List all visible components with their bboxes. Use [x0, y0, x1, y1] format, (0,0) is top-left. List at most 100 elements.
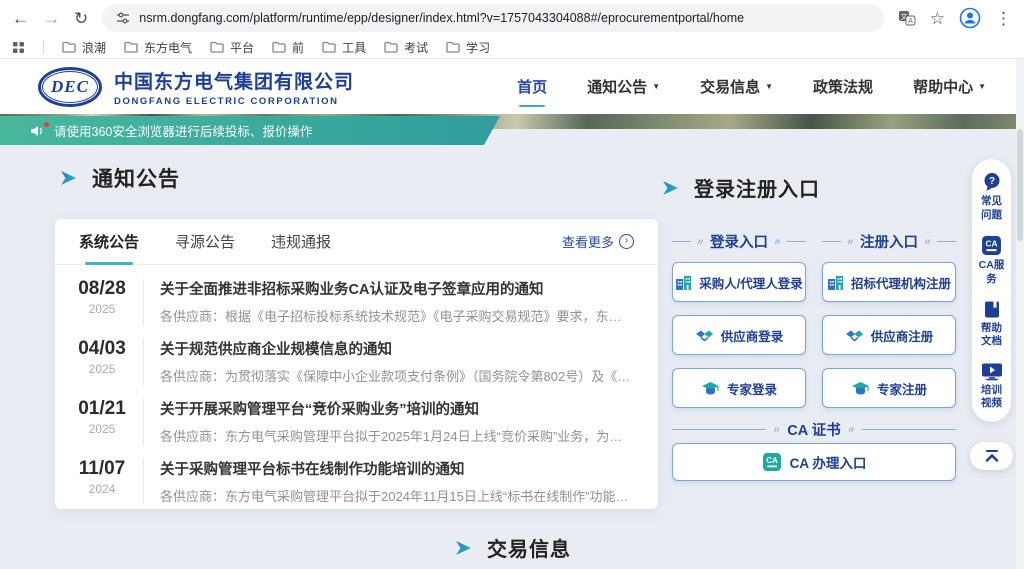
shortcut-label: 培训视频 — [977, 384, 1007, 411]
divider — [143, 459, 144, 505]
chevron-down-icon: ▼ — [765, 82, 773, 91]
svg-text:CA: CA — [985, 239, 997, 249]
section-title: 通知公告 — [92, 163, 180, 193]
faq-shortcut[interactable]: ? 常见问题 — [977, 172, 1007, 222]
bookmark-label: 浪潮 — [82, 39, 106, 56]
handshake-icon — [845, 329, 864, 342]
button-label: 专家注册 — [877, 379, 927, 398]
login-subheader: 〃登录入口〃 — [672, 231, 806, 252]
training-videos-shortcut[interactable]: 培训视频 — [977, 362, 1007, 411]
bidding-agency-register-button[interactable]: 招标代理机构注册 — [822, 262, 956, 302]
bookmark-label: 考试 — [404, 39, 428, 56]
divider — [143, 399, 144, 445]
nav-trade-info[interactable]: 交易信息 ▼ — [700, 76, 773, 97]
notice-date: 01/212025 — [73, 398, 131, 436]
tab-sourcing-notices[interactable]: 寻源公告 — [175, 231, 235, 252]
supplier-register-button[interactable]: 供应商注册 — [822, 315, 956, 355]
nav-notices[interactable]: 通知公告▼ — [587, 76, 660, 97]
ca-apply-entry-button[interactable]: CA CA 办理入口 — [672, 443, 956, 481]
ca-icon: CA — [981, 235, 1002, 256]
ca-service-shortcut[interactable]: CA CA服务 — [977, 235, 1007, 286]
forward-icon[interactable]: → — [43, 10, 60, 27]
notice-title: 关于全面推进非招标采购业务CA认证及电子签章应用的通知 — [160, 278, 634, 299]
tab-system-notices[interactable]: 系统公告 — [79, 231, 139, 252]
svg-text:?: ? — [988, 176, 994, 187]
document-icon — [982, 300, 1002, 319]
scrollbar-thumb[interactable] — [1017, 129, 1023, 241]
notice-list-item[interactable]: 04/032025 关于规范供应商企业规模信息的通知各供应商：为贯彻落实《保障中… — [55, 325, 658, 385]
nav-label: 通知公告 — [587, 76, 647, 97]
notice-list-item[interactable]: 11/072024 关于采购管理平台标书在线制作功能培训的通知各供应商：东方电气… — [55, 445, 658, 505]
entry-subheaders: 〃登录入口〃 〃注册入口〃 — [672, 231, 956, 252]
view-more-link[interactable]: 查看更多› — [562, 232, 634, 251]
notices-tabbar: 系统公告 寻源公告 违规通报 查看更多› — [55, 219, 658, 265]
bookmarks-bar: 浪潮 东方电气 平台 前 工具 考试 学习 — [0, 36, 1024, 59]
notice-date-md: 04/03 — [73, 338, 131, 360]
divider — [143, 279, 144, 325]
notice-title: 关于开展采购管理平台“竞价采购业务”培训的通知 — [160, 398, 634, 419]
supplier-login-button[interactable]: 供应商登录 — [672, 315, 806, 355]
folder-icon — [62, 41, 76, 53]
translate-icon[interactable]: 文A — [898, 10, 916, 26]
notice-list-item[interactable]: 08/28 2025 关于全面推进非招标采购业务CA认证及电子签章应用的通知各供应… — [55, 265, 658, 325]
bookmark-folder[interactable]: 考试 — [384, 39, 428, 56]
bookmark-folder[interactable]: 平台 — [210, 39, 254, 56]
url-text: nsrm.dongfang.com/platform/runtime/epp/d… — [139, 11, 744, 25]
reload-icon[interactable]: ↻ — [74, 10, 88, 27]
bookmark-label: 学习 — [466, 39, 490, 56]
url-bar[interactable]: nsrm.dongfang.com/platform/runtime/epp/d… — [102, 4, 884, 32]
bookmark-folder[interactable]: 学习 — [446, 39, 490, 56]
chevron-down-icon: ▼ — [978, 82, 986, 91]
section-arrow-icon — [455, 540, 473, 556]
button-label: 招标代理机构注册 — [851, 273, 951, 292]
building-icon — [827, 275, 844, 290]
page-scrollbar — [1016, 59, 1024, 569]
register-subheader-label: 注册入口 — [860, 231, 918, 252]
back-to-top-button[interactable] — [970, 442, 1013, 470]
folder-icon — [384, 41, 398, 53]
notices-section-header: 通知公告 — [60, 163, 180, 193]
bookmark-folder[interactable]: 工具 — [322, 39, 366, 56]
company-name-en: DONGFANG ELECTRIC CORPORATION — [114, 96, 354, 107]
notice-date-md: 08/28 — [73, 278, 131, 300]
chevron-up-bar-icon — [984, 450, 1000, 462]
apps-grid-icon[interactable] — [12, 41, 25, 54]
button-label: 专家登录 — [727, 379, 777, 398]
bookmark-folder[interactable]: 前 — [272, 39, 304, 56]
notice-date-year: 2025 — [73, 302, 131, 316]
notice-summary: 各供应商：根据《电子招标投标系统技术规范》《电子采购交易规范》要求，东方电气采购… — [160, 306, 634, 325]
ca-badge-icon: CA — [762, 452, 782, 472]
folder-icon — [124, 41, 138, 53]
chrome-menu-icon[interactable]: ⋮ — [995, 10, 1012, 27]
site-header: DEC 中国东方电气集团有限公司 DONGFANG ELECTRIC CORPO… — [0, 59, 1024, 114]
notice-date-year: 2025 — [73, 422, 131, 436]
browser-toolbar: ← → ↻ nsrm.dongfang.com/platform/runtime… — [0, 0, 1024, 36]
nav-help-center[interactable]: 帮助中心 ▼ — [913, 76, 986, 97]
shortcut-label: CA服务 — [977, 259, 1007, 286]
bookmark-star-icon[interactable]: ☆ — [930, 10, 945, 27]
notice-list-item[interactable]: 01/212025 关于开展采购管理平台“竞价采购业务”培训的通知各供应商：东方… — [55, 385, 658, 445]
notice-date-year: 2025 — [73, 362, 131, 376]
page-body: DEC 中国东方电气集团有限公司 DONGFANG ELECTRIC CORPO… — [0, 59, 1024, 569]
nav-label: 交易信息 — [700, 76, 760, 97]
nav-home[interactable]: 首页 — [517, 76, 547, 97]
help-docs-shortcut[interactable]: 帮助文档 — [977, 300, 1007, 349]
expert-login-button[interactable]: 专家登录 — [672, 368, 806, 408]
nav-label: 帮助中心 — [913, 76, 973, 97]
section-arrow-icon — [60, 170, 78, 186]
trade-section-header: 交易信息 — [455, 533, 571, 562]
purchaser-agent-login-button[interactable]: 采购人/代理人登录 — [672, 262, 806, 302]
tab-violation-reports[interactable]: 违规通报 — [271, 231, 331, 252]
divider — [43, 40, 44, 54]
section-title: 登录注册入口 — [694, 173, 820, 202]
notice-date: 04/03 2025 — [73, 338, 131, 376]
bookmark-folder[interactable]: 东方电气 — [124, 39, 192, 56]
section-title: 交易信息 — [487, 533, 571, 562]
nav-policies[interactable]: 政策法规 — [813, 76, 873, 97]
back-icon[interactable]: ← — [12, 10, 29, 27]
button-label: 供应商注册 — [871, 326, 934, 345]
ticker-text: 请使用360安全浏览器进行后续投标、报价操作 — [54, 121, 312, 140]
bookmark-folder[interactable]: 浪潮 — [62, 39, 106, 56]
expert-register-button[interactable]: 专家注册 — [822, 368, 956, 408]
profile-avatar-icon[interactable] — [959, 7, 981, 29]
